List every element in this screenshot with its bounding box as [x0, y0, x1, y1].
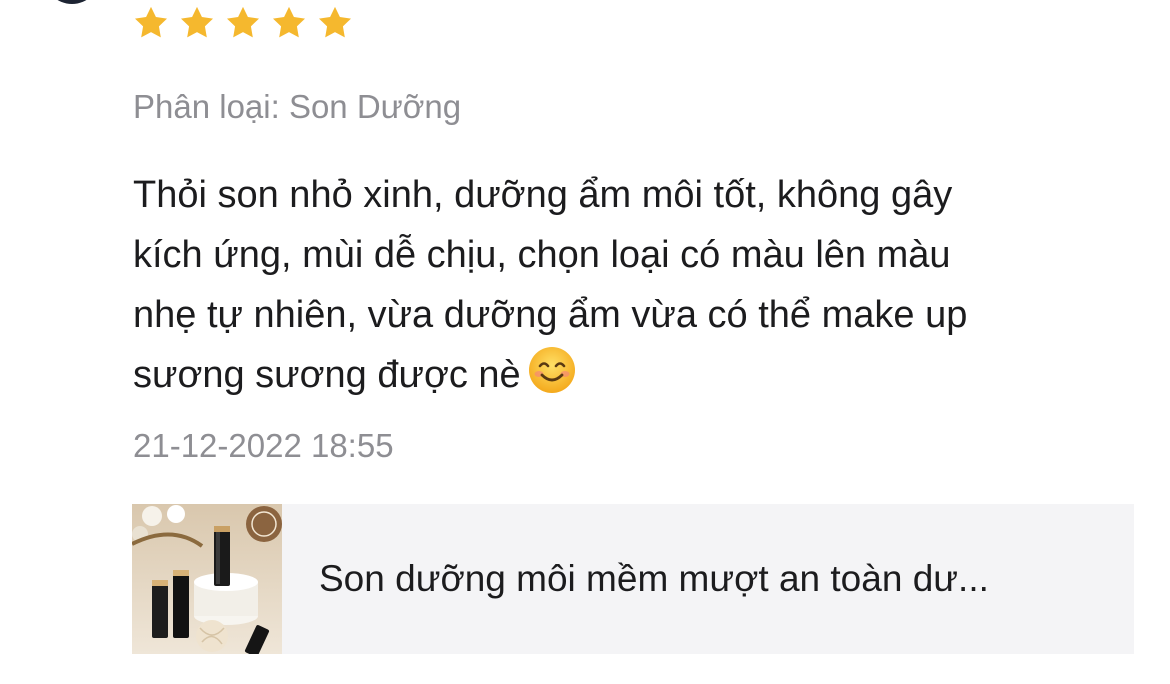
star-icon: [132, 4, 170, 42]
variation-label: Phân loại: Son Dưỡng: [133, 88, 462, 125]
product-card[interactable]: Son dưỡng môi mềm mượt an toàn dư...: [132, 504, 1134, 654]
review-text-line: nhẹ tự nhiên, vừa dưỡng ẩm vừa có thể ma…: [133, 294, 968, 336]
smiling-face-emoji-icon: [527, 345, 577, 413]
review-text-line: Thỏi son nhỏ xinh, dưỡng ẩm môi tốt, khô…: [133, 174, 953, 216]
review-item: Phân loại: Son Dưỡng Thỏi son nhỏ xinh, …: [0, 0, 1170, 684]
product-name[interactable]: Son dưỡng môi mềm mượt an toàn dư...: [319, 558, 989, 600]
review-text-line-last: sương sương được nè: [133, 345, 1093, 413]
review-timestamp: 21-12-2022 18:55: [133, 427, 394, 464]
star-icon: [270, 4, 308, 42]
avatar[interactable]: [44, 0, 100, 4]
star-icon: [178, 4, 216, 42]
review-text-line: sương sương được nè: [133, 354, 521, 396]
star-icon: [316, 4, 354, 42]
review-text: Thỏi son nhỏ xinh, dưỡng ẩm môi tốt, khô…: [133, 165, 1093, 413]
star-icon: [224, 4, 262, 42]
product-thumbnail[interactable]: [132, 504, 282, 654]
star-rating: [132, 4, 354, 42]
review-text-line: kích ứng, mùi dễ chịu, chọn loại có màu …: [133, 234, 951, 276]
